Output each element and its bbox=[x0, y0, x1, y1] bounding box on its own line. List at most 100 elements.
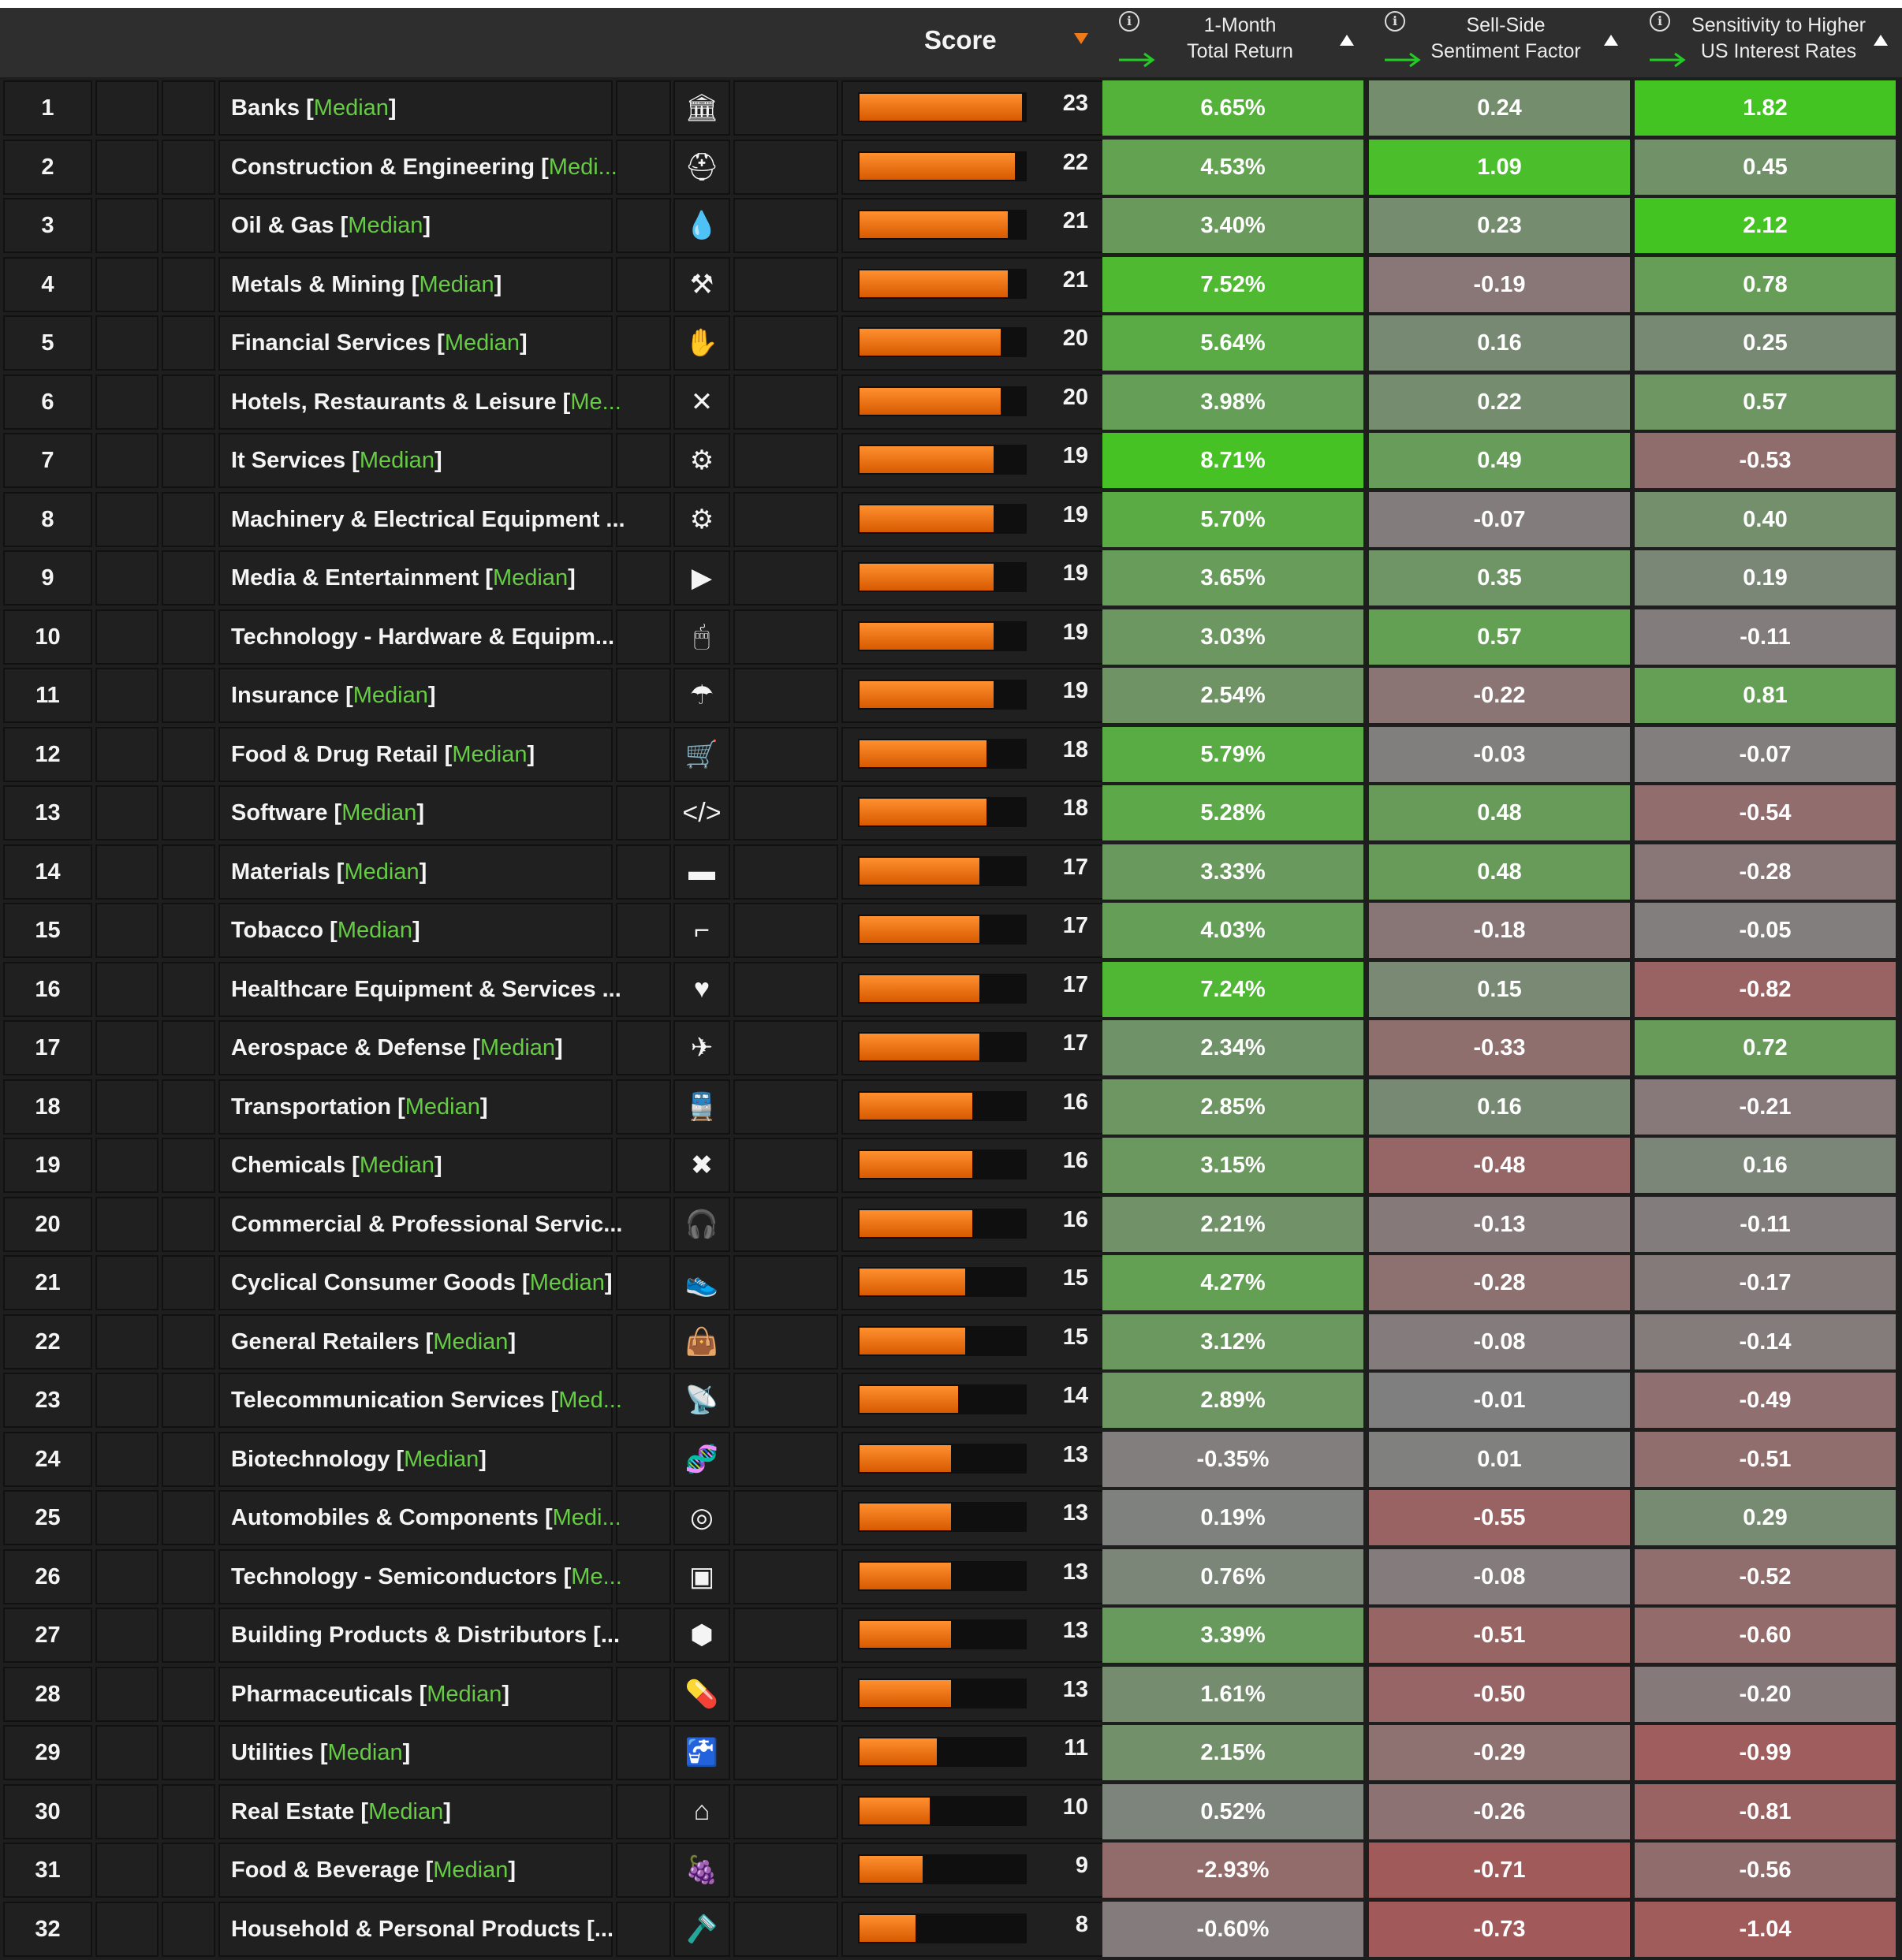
table-row[interactable]: 30 Real Estate [Median] ⌂ 10 0.52% -0.26 -0.81 bbox=[0, 1783, 1902, 1842]
industry-name-link[interactable]: Technology - Hardware & Equipm... bbox=[231, 609, 614, 665]
table-row[interactable]: 17 Aerospace & Defense [Median] ✈ 17 2.34% -0… bbox=[0, 1019, 1902, 1078]
score-value: 17 bbox=[1062, 971, 1088, 997]
industry-name-link[interactable]: Biotechnology [Median] bbox=[231, 1432, 487, 1487]
rate-sensitivity-value: 0.16 bbox=[1635, 1138, 1896, 1193]
total-return-value: 5.70% bbox=[1102, 491, 1363, 547]
sentiment-column-header[interactable]: i Sell-Side Sentiment Factor bbox=[1374, 8, 1638, 77]
total-return-value: 2.89% bbox=[1102, 1373, 1363, 1428]
cell-background bbox=[616, 1138, 671, 1193]
industry-name-link[interactable]: Construction & Engineering [Medi... bbox=[231, 140, 617, 195]
table-row[interactable]: 26 Technology - Semiconductors [Me... ▣ 13 0… bbox=[0, 1548, 1902, 1607]
industry-name-link[interactable]: Automobiles & Components [Medi... bbox=[231, 1490, 621, 1545]
median-tag: Median bbox=[492, 565, 569, 591]
industry-name-link[interactable]: It Services [Median] bbox=[231, 433, 442, 488]
table-row[interactable]: 1 Banks [Median] 🏛 23 6.65% 0.24 1.82 bbox=[0, 79, 1902, 138]
industry-name-link[interactable]: Banks [Median] bbox=[231, 80, 397, 136]
table-row[interactable]: 20 Commercial & Professional Servic... 🎧 16… bbox=[0, 1195, 1902, 1254]
table-row[interactable]: 13 Software [Median] </> 18 5.28% 0.48 -0.54 bbox=[0, 784, 1902, 843]
industry-name-link[interactable]: Oil & Gas [Median] bbox=[231, 198, 431, 253]
industry-name-link[interactable]: Software [Median] bbox=[231, 785, 424, 840]
industry-name-link[interactable]: Healthcare Equipment & Services ... bbox=[231, 962, 621, 1017]
industry-name-link[interactable]: Media & Entertainment [Median] bbox=[231, 550, 576, 606]
industry-name-link[interactable]: General Retailers [Median] bbox=[231, 1314, 516, 1369]
industry-name-link[interactable]: Technology - Semiconductors [Me... bbox=[231, 1549, 622, 1604]
industry-name-link[interactable]: Machinery & Electrical Equipment ... bbox=[231, 492, 625, 547]
table-row[interactable]: 24 Biotechnology [Median] 🧬 13 -0.35% 0.01 -0.… bbox=[0, 1430, 1902, 1489]
industry-name-link[interactable]: Aerospace & Defense [Median] bbox=[231, 1020, 563, 1075]
rank-number: 23 bbox=[35, 1388, 61, 1413]
table-row[interactable]: 25 Automobiles & Components [Medi... ◎ 13 0.… bbox=[0, 1489, 1902, 1548]
industry-name-link[interactable]: Materials [Median] bbox=[231, 844, 427, 900]
razor-icon: 🪒 bbox=[684, 1913, 719, 1944]
rate-sensitivity-column-header[interactable]: i Sensitivity to Higher US Interest Rate… bbox=[1639, 8, 1902, 77]
cell-background bbox=[733, 726, 838, 782]
table-row[interactable]: 9 Media & Entertainment [Median] ▶ 19 3.65% 0… bbox=[0, 549, 1902, 608]
table-row[interactable]: 5 Financial Services [Median] ✋ 20 5.64% 0.16… bbox=[0, 314, 1902, 373]
industry-name-link[interactable]: Hotels, Restaurants & Leisure [Me... bbox=[231, 374, 621, 430]
total-return-column-header[interactable]: i 1-Month Total Return bbox=[1108, 8, 1372, 77]
table-row[interactable]: 23 Telecommunication Services [Med... 📡 14 2… bbox=[0, 1371, 1902, 1430]
tag-bracket: [ bbox=[472, 1035, 480, 1060]
cell-background bbox=[162, 844, 215, 900]
industry-name-link[interactable]: Food & Beverage [Median] bbox=[231, 1843, 516, 1898]
total-return-value: 3.98% bbox=[1102, 374, 1363, 430]
median-tag: Median bbox=[313, 95, 389, 121]
industry-name-link[interactable]: Chemicals [Median] bbox=[231, 1138, 442, 1193]
table-row[interactable]: 12 Food & Drug Retail [Median] 🛒 18 5.79% -0.… bbox=[0, 725, 1902, 784]
industry-name-link[interactable]: Transportation [Median] bbox=[231, 1079, 488, 1135]
industry-name: Healthcare Equipment & Services ... bbox=[231, 976, 621, 1002]
table-row[interactable]: 4 Metals & Mining [Median] ⚒ 21 7.52% -0.19 0.… bbox=[0, 255, 1902, 315]
table-row[interactable]: 21 Cyclical Consumer Goods [Median] 👟 15 4.2… bbox=[0, 1254, 1902, 1313]
sort-ascending-icon[interactable] bbox=[1604, 35, 1618, 46]
industry-name-link[interactable]: Household & Personal Products [... bbox=[231, 1902, 613, 1957]
rank-number: 8 bbox=[41, 506, 54, 532]
table-row[interactable]: 18 Transportation [Median] 🚆 16 2.85% 0.16 -0.… bbox=[0, 1078, 1902, 1137]
table-row[interactable]: 28 Pharmaceuticals [Median] 💊 13 1.61% -0.50-… bbox=[0, 1665, 1902, 1724]
industry-name-link[interactable]: Cyclical Consumer Goods [Median] bbox=[231, 1255, 613, 1310]
sentiment-value: 0.15 bbox=[1369, 961, 1630, 1017]
industry-name: Automobiles & Components bbox=[231, 1505, 545, 1530]
table-row[interactable]: 32 Household & Personal Products [... 🪒 8 -0… bbox=[0, 1900, 1902, 1959]
score-column-header[interactable]: Score bbox=[852, 8, 1104, 77]
median-tag: Median bbox=[405, 1094, 480, 1120]
tag-bracket: ] bbox=[494, 271, 502, 297]
table-row[interactable]: 31 Food & Beverage [Median] 🍇 9 -2.93% -0.71-… bbox=[0, 1841, 1902, 1900]
cell-background bbox=[162, 1196, 215, 1252]
table-row[interactable]: 15 Tobacco [Median] ⌐ 17 4.03% -0.18 -0.05 bbox=[0, 901, 1902, 960]
industry-name-link[interactable]: Building Products & Distributors [... bbox=[231, 1608, 620, 1663]
industry-name-link[interactable]: Telecommunication Services [Med... bbox=[231, 1373, 622, 1428]
sort-ascending-icon[interactable] bbox=[1340, 35, 1354, 46]
industry-name-link[interactable]: Tobacco [Median] bbox=[231, 903, 420, 958]
table-row[interactable]: 10 Technology - Hardware & Equipm... 🖱 19 3.… bbox=[0, 608, 1902, 667]
industry-name-link[interactable]: Real Estate [Median] bbox=[231, 1784, 451, 1839]
table-row[interactable]: 2 Construction & Engineering [Medi... ⛑ 22 4… bbox=[0, 138, 1902, 197]
table-row[interactable]: 19 Chemicals [Median] ✖ 16 3.15% -0.48 0.16 bbox=[0, 1136, 1902, 1195]
industry-name-link[interactable]: Pharmaceuticals [Median] bbox=[231, 1667, 509, 1722]
table-row[interactable]: 11 Insurance [Median] ☂ 19 2.54% -0.22 0.81 bbox=[0, 666, 1902, 725]
table-row[interactable]: 16 Healthcare Equipment & Services ... ♥ 17… bbox=[0, 960, 1902, 1019]
industry-name-link[interactable]: Commercial & Professional Servic... bbox=[231, 1197, 622, 1252]
sentiment-value: 0.24 bbox=[1369, 80, 1630, 136]
industry-name-link[interactable]: Food & Drug Retail [Median] bbox=[231, 727, 535, 782]
table-row[interactable]: 29 Utilities [Median] 🚰 11 2.15% -0.29 -0.99 bbox=[0, 1723, 1902, 1783]
table-row[interactable]: 27 Building Products & Distributors [... ⬢… bbox=[0, 1606, 1902, 1665]
table-row[interactable]: 14 Materials [Median] ▬ 17 3.33% 0.48 -0.28 bbox=[0, 843, 1902, 902]
sort-ascending-icon[interactable] bbox=[1874, 35, 1888, 46]
table-row[interactable]: 7 It Services [Median] ⚙ 19 8.71% 0.49 -0.53 bbox=[0, 431, 1902, 490]
industry-name-link[interactable]: Utilities [Median] bbox=[231, 1725, 410, 1780]
median-tag: Median bbox=[359, 1153, 434, 1178]
industry-name-link[interactable]: Insurance [Median] bbox=[231, 668, 436, 723]
table-row[interactable]: 22 General Retailers [Median] 👜 15 3.12% -0.0… bbox=[0, 1313, 1902, 1372]
table-row[interactable]: 6 Hotels, Restaurants & Leisure [Me... ✕ 20… bbox=[0, 373, 1902, 432]
table-row[interactable]: 3 Oil & Gas [Median] 💧 21 3.40% 0.23 2.12 bbox=[0, 196, 1902, 255]
tag-bracket: [ bbox=[544, 1505, 553, 1530]
sort-descending-icon[interactable] bbox=[1074, 33, 1088, 44]
industry-name-link[interactable]: Metals & Mining [Median] bbox=[231, 257, 502, 312]
sentiment-header-line1: Sell-Side bbox=[1466, 14, 1546, 36]
cell-background bbox=[616, 1196, 671, 1252]
industry-name-link[interactable]: Financial Services [Median] bbox=[231, 315, 528, 371]
sentiment-value: -0.18 bbox=[1369, 903, 1630, 958]
sentiment-value: 0.57 bbox=[1369, 609, 1630, 665]
cell-background bbox=[616, 256, 671, 312]
table-row[interactable]: 8 Machinery & Electrical Equipment ... ⚙ 19… bbox=[0, 490, 1902, 550]
